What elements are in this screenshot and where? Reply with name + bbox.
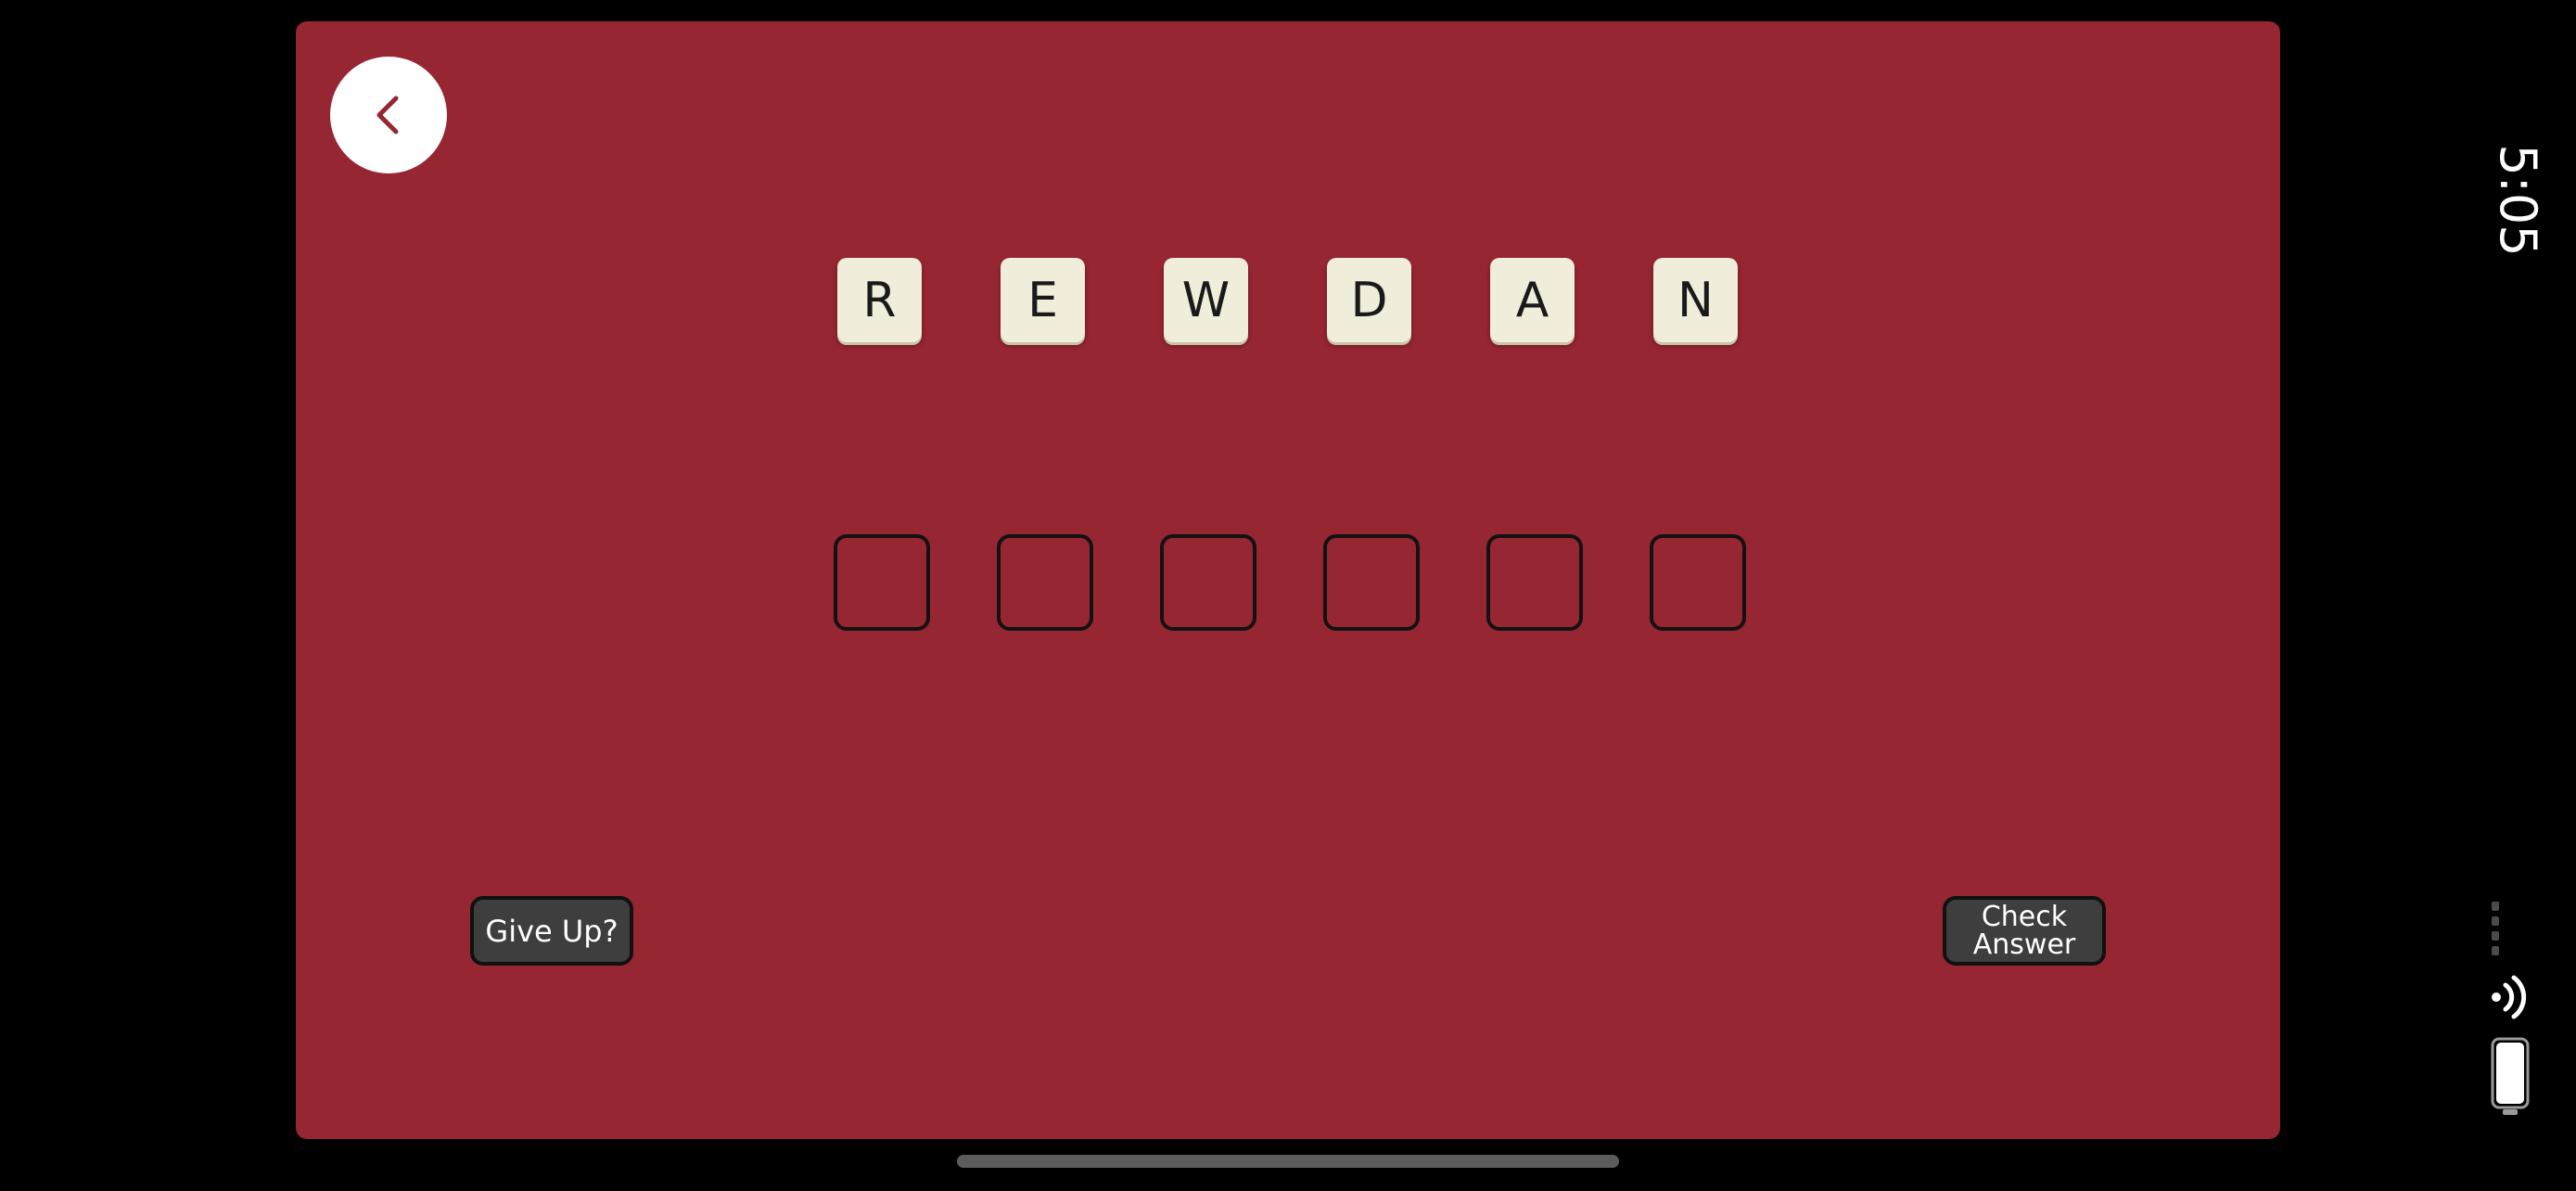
answer-slot[interactable] (1486, 534, 1583, 631)
answer-slot[interactable] (1160, 534, 1256, 631)
answer-slot[interactable] (1323, 534, 1420, 631)
give-up-button[interactable]: Give Up? (470, 896, 633, 966)
letter-tile[interactable]: R (837, 258, 922, 342)
letter-tile[interactable]: A (1490, 258, 1575, 342)
letter-tile[interactable]: N (1653, 258, 1738, 342)
status-time: 5:05 (2489, 144, 2548, 257)
battery-icon (2491, 1037, 2530, 1115)
check-answer-button[interactable]: Check Answer (1943, 896, 2106, 966)
answer-slot[interactable] (997, 534, 1093, 631)
answer-slots (834, 534, 1761, 631)
game-panel: R E W D A N Give Up? Check Answer (296, 21, 2280, 1139)
letter-tile[interactable]: D (1327, 258, 1411, 342)
letter-tiles: R E W D A N (837, 258, 1765, 346)
chevron-left-icon (376, 96, 399, 134)
letter-tile[interactable]: E (1001, 258, 1085, 342)
screen: R E W D A N Give Up? Check Answer 5:05 (0, 0, 2576, 1191)
answer-slot[interactable] (834, 534, 930, 631)
cellular-signal-icon (2492, 902, 2499, 955)
answer-slot[interactable] (1650, 534, 1746, 631)
wifi-icon (2492, 975, 2527, 1019)
letter-tile[interactable]: W (1164, 258, 1248, 342)
back-button[interactable] (330, 57, 447, 173)
home-indicator[interactable] (957, 1155, 1619, 1168)
